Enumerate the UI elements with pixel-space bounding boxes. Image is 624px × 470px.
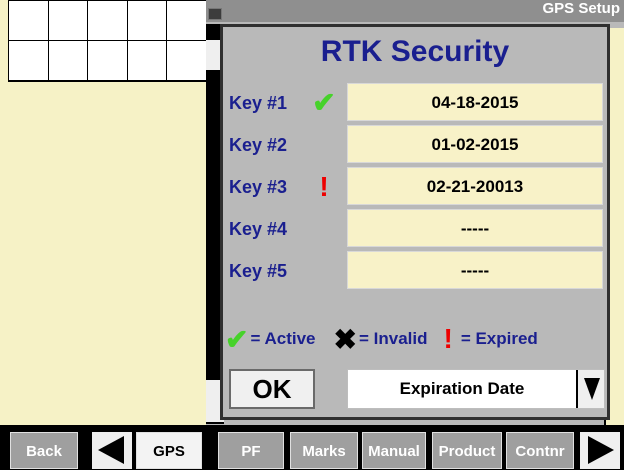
grid-widget[interactable] xyxy=(8,0,208,82)
active-check-icon: ✔ xyxy=(312,87,336,118)
legend-invalid-label: = Invalid xyxy=(358,329,428,348)
ok-button[interactable]: OK xyxy=(229,369,315,409)
key-5-date-field[interactable]: ----- xyxy=(347,251,603,289)
key-1-label: Key #1 xyxy=(229,93,288,113)
legend-active-label: = Active xyxy=(250,329,316,348)
key-4-label: Key #4 xyxy=(229,219,288,239)
window-icon xyxy=(208,8,222,20)
key-2-label: Key #2 xyxy=(229,135,288,155)
sort-select-value: Expiration Date xyxy=(399,379,525,398)
dropdown-arrow-icon[interactable] xyxy=(576,370,604,408)
key-5-label: Key #5 xyxy=(229,261,288,281)
sort-select[interactable]: Expiration Date xyxy=(347,369,605,409)
key-1-date-field[interactable]: 04-18-2015 xyxy=(347,83,603,121)
tab-back[interactable]: Back xyxy=(10,432,78,469)
gps-setup-title: GPS Setup xyxy=(542,0,620,17)
tab-product[interactable]: Product xyxy=(432,432,502,469)
active-check-icon: ✔ xyxy=(225,323,249,355)
tab-marks[interactable]: Marks xyxy=(290,432,358,469)
key-4-date-field[interactable]: ----- xyxy=(347,209,603,247)
key-3-label: Key #3 xyxy=(229,177,288,197)
tab-gps[interactable]: GPS xyxy=(136,432,202,469)
rtk-security-dialog: RTK Security Key #1 ✔ 04-18-2015 Key #2 … xyxy=(220,24,610,420)
status-legend: ✔ = Active ✖ = Invalid ! = Expired xyxy=(225,323,605,355)
invalid-x-icon: ✖ xyxy=(333,323,357,355)
expired-exclamation-icon: ! xyxy=(443,323,453,354)
dialog-title: RTK Security xyxy=(320,35,510,68)
tab-pf[interactable]: PF xyxy=(218,432,284,469)
next-arrow-icon[interactable] xyxy=(580,432,620,469)
tab-contnr[interactable]: Contnr xyxy=(506,432,574,469)
expired-exclamation-icon: ! xyxy=(319,171,329,202)
key-3-date-field[interactable]: 02-21-20013 xyxy=(347,167,603,205)
prev-arrow-icon[interactable] xyxy=(92,432,132,469)
tab-manual[interactable]: Manual xyxy=(362,432,426,469)
legend-expired-label: = Expired xyxy=(460,329,538,348)
key-2-date-field[interactable]: 01-02-2015 xyxy=(347,125,603,163)
